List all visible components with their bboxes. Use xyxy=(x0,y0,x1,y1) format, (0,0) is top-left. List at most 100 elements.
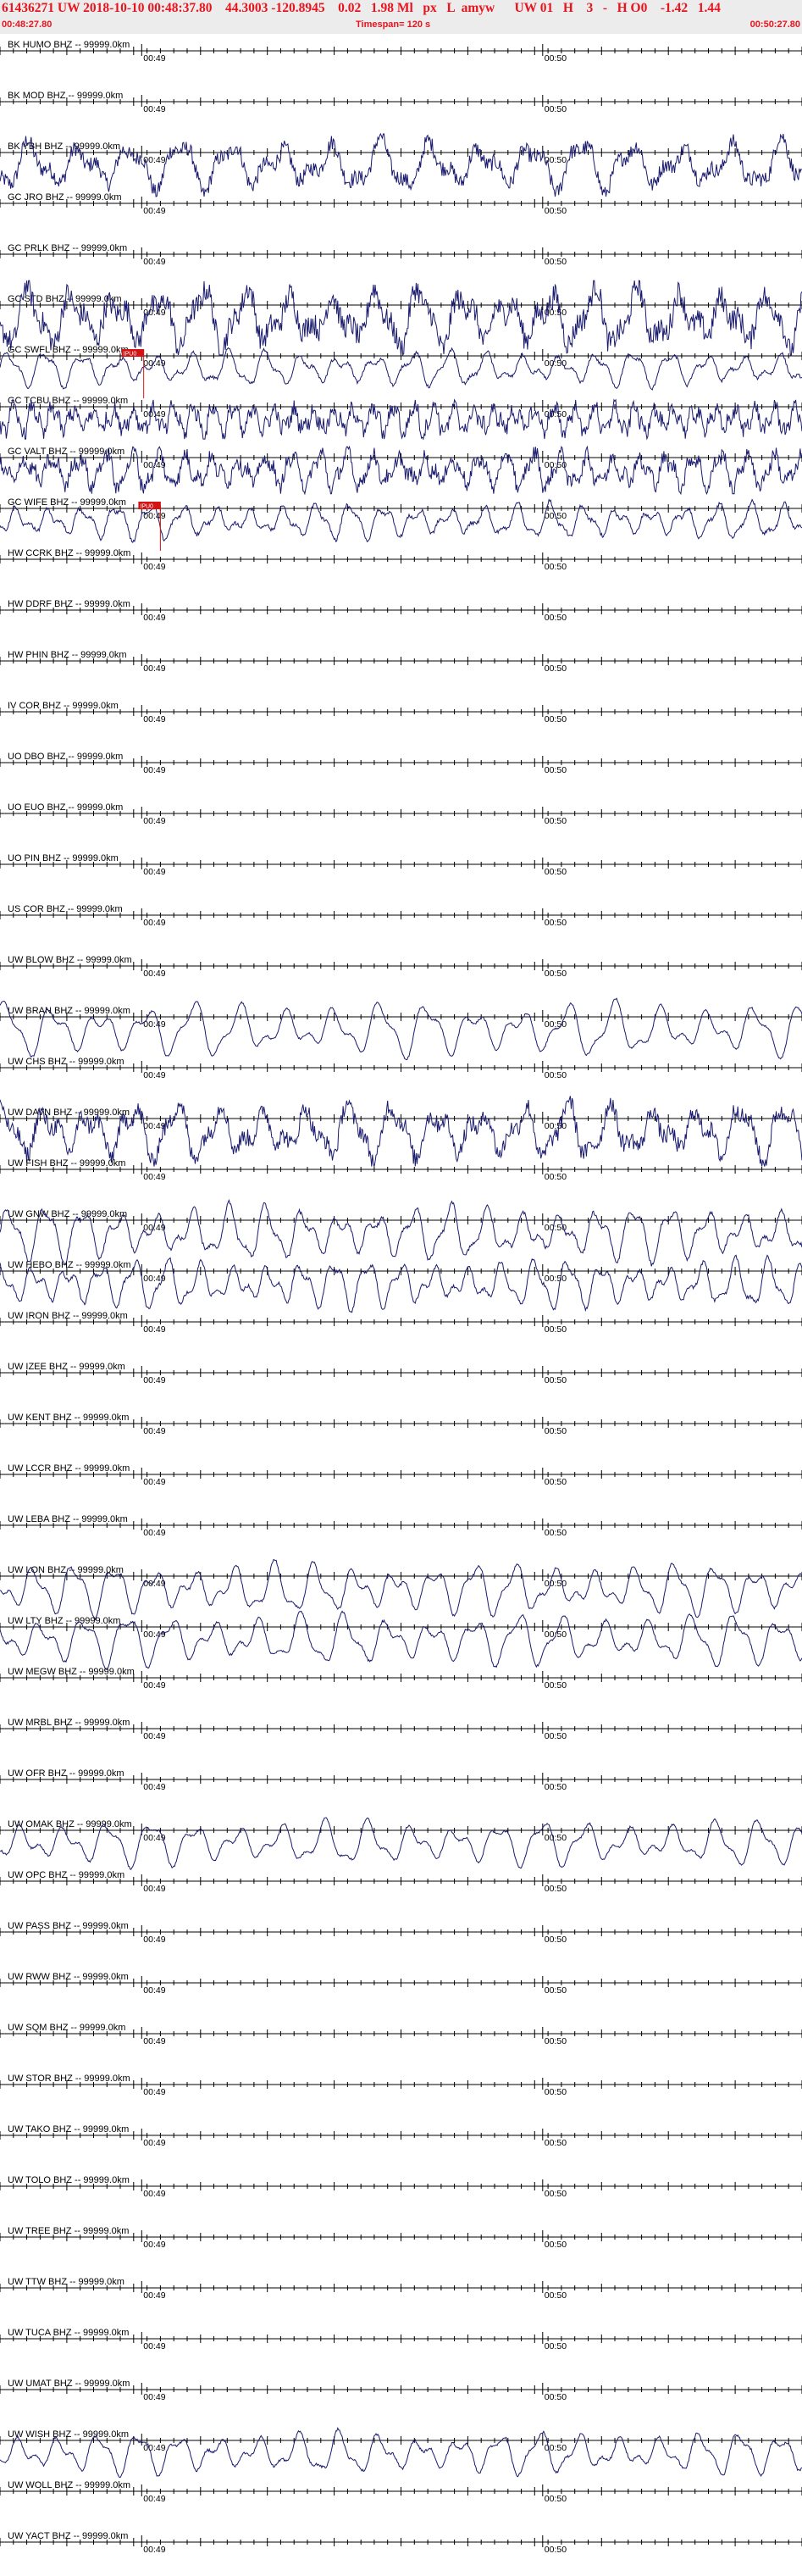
time-mark-label: 00:49 xyxy=(143,663,165,674)
station-label: UW TOLO BHZ -- 99999.0km xyxy=(8,2175,130,2185)
time-mark-label: 00:49 xyxy=(143,562,165,572)
time-mark-label: 00:49 xyxy=(143,1477,165,1487)
time-mark-label: 00:50 xyxy=(545,206,567,216)
station-label: UW OPC BHZ -- 99999.0km xyxy=(8,1870,124,1880)
station-label: UW TAKO BHZ -- 99999.0km xyxy=(8,2124,129,2135)
time-mark-label: 00:50 xyxy=(545,2036,567,2046)
time-mark-label: 00:49 xyxy=(143,2240,165,2250)
time-mark-label: 00:49 xyxy=(143,1731,165,1741)
time-mark-label: 00:49 xyxy=(143,765,165,775)
time-mark-label: 00:50 xyxy=(545,2494,567,2504)
time-mark-label: 00:50 xyxy=(545,2240,567,2250)
time-mark-label: 00:49 xyxy=(143,104,165,114)
time-mark-label: 00:50 xyxy=(545,1375,567,1385)
time-mark-label: 00:49 xyxy=(143,918,165,928)
time-mark-label: 00:50 xyxy=(545,816,567,826)
time-mark-label: 00:49 xyxy=(143,2392,165,2402)
time-mark-label: 00:49 xyxy=(143,2290,165,2301)
station-label: BK MOD BHZ -- 99999.0km xyxy=(8,91,123,101)
station-label: UW KENT BHZ -- 99999.0km xyxy=(8,1413,129,1423)
station-label: UW BLOW BHZ -- 99999.0km xyxy=(8,955,132,965)
time-mark-label: 00:49 xyxy=(143,1019,165,1030)
time-mark-label: 00:50 xyxy=(545,1579,567,1589)
station-label: UW TUCA BHZ -- 99999.0km xyxy=(8,2328,129,2338)
station-label: HW CCRK BHZ -- 99999.0km xyxy=(8,548,130,558)
time-mark-label: 00:50 xyxy=(545,1070,567,1080)
time-mark-label: 00:50 xyxy=(545,1426,567,1436)
time-mark-label: 00:49 xyxy=(143,1629,165,1640)
time-mark-label: 00:49 xyxy=(143,1935,165,1945)
time-mark-label: 00:49 xyxy=(143,1985,165,1996)
time-mark-label: 00:49 xyxy=(143,714,165,724)
time-mark-label: 00:49 xyxy=(143,969,165,979)
time-mark-label: 00:50 xyxy=(545,714,567,724)
station-label: UW DAVN BHZ -- 99999.0km xyxy=(8,1108,130,1118)
station-label: UO DBO BHZ -- 99999.0km xyxy=(8,752,123,762)
pick-marker-label: IPU0 xyxy=(124,352,137,358)
station-label: UW IZEE BHZ -- 99999.0km xyxy=(8,1362,125,1372)
station-label: UW BRAN BHZ -- 99999.0km xyxy=(8,1006,130,1016)
time-mark-label: 00:49 xyxy=(143,1324,165,1335)
station-label: UW WOLL BHZ -- 99999.0km xyxy=(8,2480,130,2490)
station-label: UW OMAK BHZ -- 99999.0km xyxy=(8,1819,132,1829)
time-mark-label: 00:49 xyxy=(143,2036,165,2046)
station-label: UW YACT BHZ -- 99999.0km xyxy=(8,2531,128,2541)
time-mark-label: 00:49 xyxy=(143,257,165,267)
time-mark-label: 00:49 xyxy=(143,2341,165,2351)
station-label: UW STOR BHZ -- 99999.0km xyxy=(8,2074,130,2084)
station-label: UO PIN BHZ -- 99999.0km xyxy=(8,853,119,863)
station-label: GC SWFL BHZ -- 99999.0km xyxy=(8,345,129,355)
waveform-trace xyxy=(0,280,802,357)
end-time-label: 00:50:27.80 xyxy=(749,19,800,30)
time-mark-label: 00:49 xyxy=(143,2189,165,2199)
time-mark-label: 00:50 xyxy=(545,2189,567,2199)
time-mark-label: 00:50 xyxy=(545,1884,567,1894)
time-mark-label: 00:50 xyxy=(545,1477,567,1487)
time-mark-label: 00:49 xyxy=(143,1782,165,1792)
station-label: US COR BHZ -- 99999.0km xyxy=(8,904,123,914)
time-mark-label: 00:50 xyxy=(545,562,567,572)
station-label: UW TREE BHZ -- 99999.0km xyxy=(8,2226,129,2236)
station-label: UW GNW BHZ -- 99999.0km xyxy=(8,1209,127,1219)
station-label: BK YBH BHZ -- 99999.0km xyxy=(8,142,120,152)
station-label: UW PASS BHZ -- 99999.0km xyxy=(8,1921,129,1931)
time-mark-label: 00:50 xyxy=(545,1324,567,1335)
station-label: UW RWW BHZ -- 99999.0km xyxy=(8,1972,129,1982)
time-mark-label: 00:50 xyxy=(545,1528,567,1538)
time-mark-label: 00:50 xyxy=(545,765,567,775)
time-mark-label: 00:49 xyxy=(143,2545,165,2555)
time-mark-label: 00:50 xyxy=(545,53,567,64)
time-mark-label: 00:50 xyxy=(545,867,567,877)
station-label: GC JRO BHZ -- 99999.0km xyxy=(8,192,121,203)
time-mark-label: 00:49 xyxy=(143,2087,165,2097)
station-label: UW LEBA BHZ -- 99999.0km xyxy=(8,1514,128,1524)
time-mark-label: 00:49 xyxy=(143,816,165,826)
station-label: UW UMAT BHZ -- 99999.0km xyxy=(8,2379,130,2389)
station-label: UW FISH BHZ -- 99999.0km xyxy=(8,1158,125,1169)
time-mark-label: 00:50 xyxy=(545,1172,567,1182)
station-label: UW MRBL BHZ -- 99999.0km xyxy=(8,1718,130,1728)
time-mark-label: 00:50 xyxy=(545,1935,567,1945)
station-label: IV COR BHZ -- 99999.0km xyxy=(8,701,119,711)
time-mark-label: 00:50 xyxy=(545,1731,567,1741)
station-label: UW WISH BHZ -- 99999.0km xyxy=(8,2429,129,2440)
time-mark-label: 00:50 xyxy=(545,1274,567,1284)
station-label: GC TCBU BHZ -- 99999.0km xyxy=(8,396,128,406)
station-label: GC VALT BHZ -- 99999.0km xyxy=(8,447,124,457)
time-mark-label: 00:50 xyxy=(545,460,567,470)
station-label: UW TTW BHZ -- 99999.0km xyxy=(8,2277,124,2287)
time-mark-label: 00:50 xyxy=(545,2545,567,2555)
time-mark-label: 00:50 xyxy=(545,613,567,623)
station-label: UW MEGW BHZ -- 99999.0km xyxy=(8,1667,135,1677)
time-mark-label: 00:50 xyxy=(545,2392,567,2402)
time-mark-label: 00:50 xyxy=(545,257,567,267)
time-mark-label: 00:50 xyxy=(545,1680,567,1690)
time-mark-label: 00:49 xyxy=(143,1884,165,1894)
time-mark-label: 00:49 xyxy=(143,1070,165,1080)
time-mark-label: 00:50 xyxy=(545,969,567,979)
time-mark-label: 00:50 xyxy=(545,918,567,928)
time-mark-label: 00:50 xyxy=(545,2290,567,2301)
station-label: UW CHS BHZ -- 99999.0km xyxy=(8,1057,124,1067)
station-label: GC WIFE BHZ -- 99999.0km xyxy=(8,497,126,508)
time-mark-label: 00:50 xyxy=(545,358,567,369)
